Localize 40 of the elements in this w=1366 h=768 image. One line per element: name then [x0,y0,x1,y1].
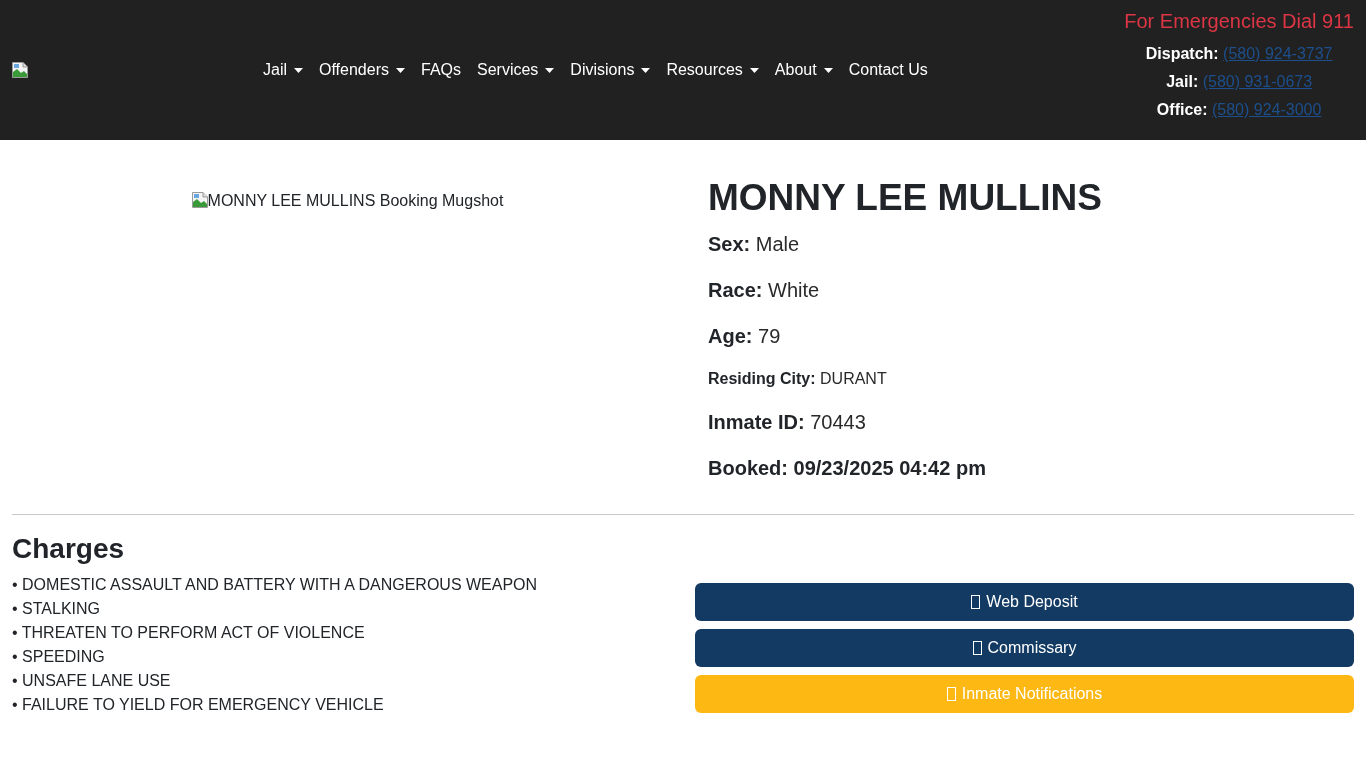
action-button[interactable]: Commissary [695,629,1354,667]
inmate-name: MONNY LEE MULLINS [708,176,1102,220]
broken-image-icon [12,62,28,78]
field-label: Booked: [708,457,788,479]
field-value: White [768,279,820,301]
contact-label: Jail: [1166,73,1199,90]
charge-item: • UNSAFE LANE USE [12,671,171,691]
field-value: Male [755,233,800,255]
charge-item: • SPEEDING [12,647,105,667]
field-label: Sex: [708,233,751,255]
image-alt-text: MONNY LEE MULLINS Booking Mugshot [207,192,504,210]
field-value: 70443 [810,411,866,433]
charge-item: • THREATEN TO PERFORM ACT OF VIOLENCE [12,623,365,643]
emergency-notice: For Emergencies Dial 911 [1124,9,1354,33]
field-label: Residing City: [708,370,816,387]
nav-link[interactable]: Divisions [562,52,659,88]
field-label: Age: [708,325,753,347]
field-value: 79 [758,325,781,347]
nav-link[interactable]: Contact Us [840,52,936,88]
nav-link[interactable]: Services [469,52,563,88]
contact-label: Dispatch: [1145,45,1219,62]
missing-glyph-icon [972,641,982,655]
action-button[interactable]: Web Deposit [695,583,1354,621]
charge-item: • STALKING [12,599,100,619]
contact-label: Office: [1156,101,1208,118]
nav-link[interactable]: FAQs [413,52,469,88]
field-label: Race: [708,279,763,301]
nav-link[interactable]: Offenders [311,52,413,88]
missing-glyph-icon [971,595,981,609]
section-heading: Charges [12,532,125,566]
charge-item: • DOMESTIC ASSAULT AND BATTERY WITH A DANGEROUS WEAPON [12,575,538,595]
nav-link[interactable]: Jail [263,52,311,88]
field-label: Inmate ID: [708,411,805,433]
field-value: DURANT [820,370,887,387]
nav-link[interactable]: Resources [658,52,767,88]
nav-link[interactable]: About [766,52,841,88]
missing-glyph-icon [946,687,956,701]
broken-image-icon [191,192,208,208]
charge-item: • FAILURE TO YIELD FOR EMERGENCY VEHICLE [12,695,384,715]
field-value: 09/23/2025 04:42 pm [793,457,986,479]
